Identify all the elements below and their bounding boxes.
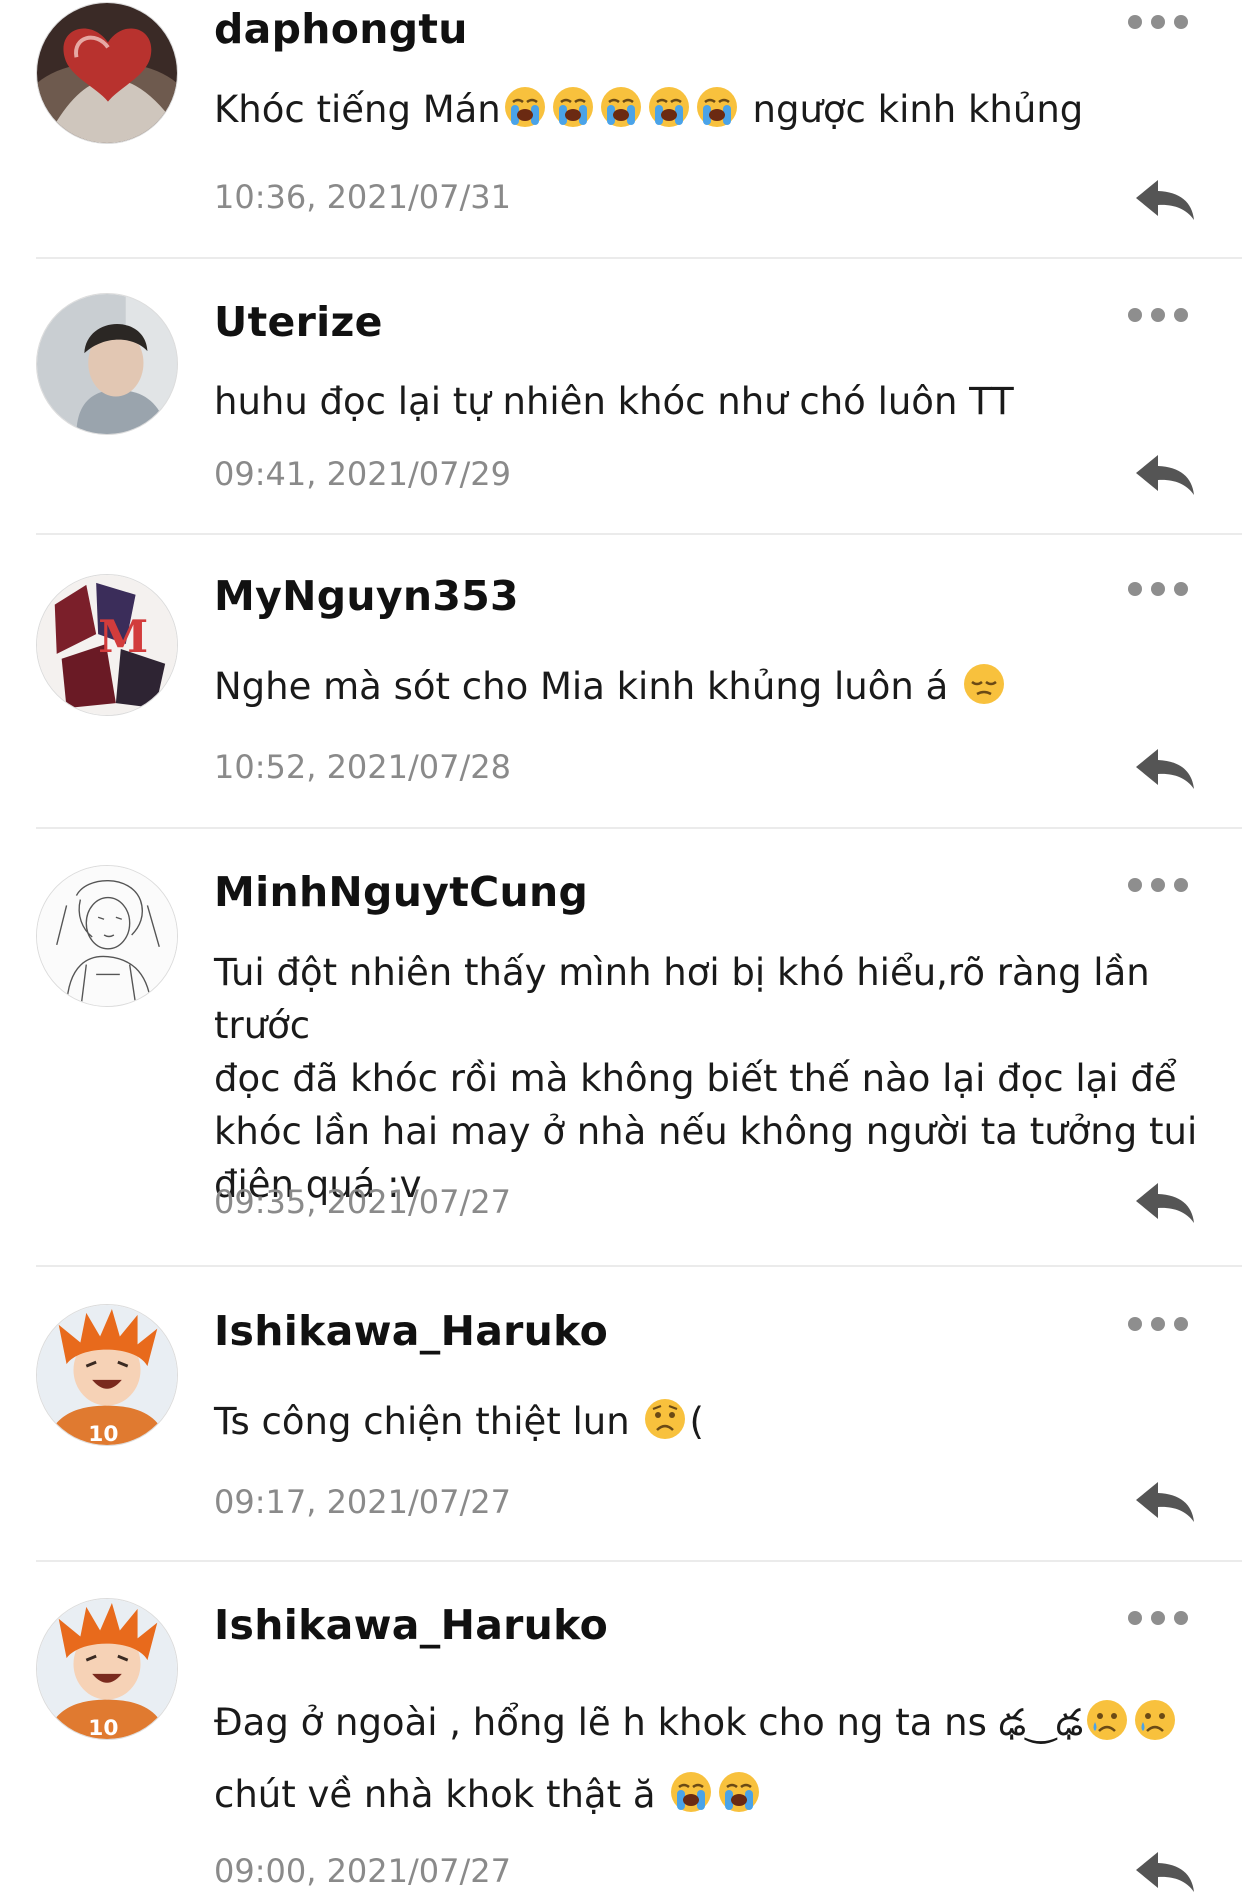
reply-arrow-icon[interactable] xyxy=(1134,453,1196,497)
username[interactable]: Uterize xyxy=(214,298,383,346)
pensive-face-emoji xyxy=(962,662,1006,706)
avatar[interactable]: 10 xyxy=(36,1598,178,1740)
svg-text:10: 10 xyxy=(88,1716,118,1739)
more-options-icon[interactable] xyxy=(1128,303,1188,327)
divider xyxy=(36,827,1242,829)
anime-group-avatar: M xyxy=(37,575,177,715)
comment-text: Khóc tiếng Mán ngược kinh khủng xyxy=(214,83,1204,136)
username[interactable]: Ishikawa_Haruko xyxy=(214,1601,608,1649)
divider xyxy=(36,533,1242,535)
reply-arrow-icon[interactable] xyxy=(1134,747,1196,791)
sketch-avatar xyxy=(37,866,177,1006)
avatar[interactable] xyxy=(36,2,178,144)
timestamp: 10:52, 2021/07/28 xyxy=(214,748,511,786)
worried-face-emoji xyxy=(643,1397,687,1441)
loudly-crying-face-emoji xyxy=(669,1770,713,1814)
loudly-crying-face-emoji xyxy=(717,1770,761,1814)
reply-arrow-icon[interactable] xyxy=(1134,1850,1196,1894)
more-options-icon[interactable] xyxy=(1128,1606,1188,1630)
orange-hair-anime-avatar: 10 xyxy=(37,1305,177,1445)
svg-text:M: M xyxy=(98,609,148,663)
comment-text: Nghe mà sót cho Mia kinh khủng luôn á xyxy=(214,660,1204,713)
divider xyxy=(36,1560,1242,1562)
svg-text:10: 10 xyxy=(88,1422,118,1445)
emoticon-text: ఢ‿ఢ xyxy=(998,1701,1084,1744)
comment-line: Tui đột nhiên thấy mình hơi bị khó hiểu,… xyxy=(214,951,1150,1047)
username[interactable]: MyNguyn353 xyxy=(214,572,519,620)
loudly-crying-face-emoji xyxy=(647,85,691,129)
reply-arrow-icon[interactable] xyxy=(1134,1480,1196,1524)
boy-photo-avatar xyxy=(37,294,177,434)
avatar[interactable]: M xyxy=(36,574,178,716)
comment-text: Ts công chiện thiệt lun ( xyxy=(214,1395,1204,1448)
reply-arrow-icon[interactable] xyxy=(1134,178,1196,222)
loudly-crying-face-emoji xyxy=(503,85,547,129)
timestamp: 09:35, 2021/07/27 xyxy=(214,1183,511,1221)
more-options-icon[interactable] xyxy=(1128,1312,1188,1336)
reply-arrow-icon[interactable] xyxy=(1134,1181,1196,1225)
more-options-icon[interactable] xyxy=(1128,10,1188,34)
divider xyxy=(36,257,1242,259)
timestamp: 09:41, 2021/07/29 xyxy=(214,455,511,493)
timestamp: 09:00, 2021/07/27 xyxy=(214,1852,511,1890)
avatar[interactable]: 10 xyxy=(36,1304,178,1446)
comment-line: chút về nhà khok thật ă xyxy=(214,1759,1204,1831)
crying-face-emoji xyxy=(1085,1698,1129,1742)
username[interactable]: MinhNguytCung xyxy=(214,868,588,916)
timestamp: 10:36, 2021/07/31 xyxy=(214,178,511,216)
avatar[interactable] xyxy=(36,293,178,435)
heart-book-avatar xyxy=(37,3,177,143)
timestamp: 09:17, 2021/07/27 xyxy=(214,1483,511,1521)
loudly-crying-face-emoji xyxy=(695,85,739,129)
comment-text: huhu đọc lại tự nhiên khóc như chó luôn … xyxy=(214,380,1014,423)
username[interactable]: daphongtu xyxy=(214,5,468,53)
comment-line: đọc đã khóc rồi mà không biết thế nào lạ… xyxy=(214,1057,1177,1100)
more-options-icon[interactable] xyxy=(1128,577,1188,601)
loudly-crying-face-emoji xyxy=(551,85,595,129)
crying-face-emoji xyxy=(1133,1698,1177,1742)
divider xyxy=(36,1265,1242,1267)
comment-line: khóc lần hai may ở nhà nếu không người t… xyxy=(214,1110,1198,1153)
loudly-crying-face-emoji xyxy=(599,85,643,129)
avatar[interactable] xyxy=(36,865,178,1007)
comment-text: Tui đột nhiên thấy mình hơi bị khó hiểu,… xyxy=(214,946,1204,1211)
comment-line: Đag ở ngoài , hổng lẽ h khok cho ng ta n… xyxy=(214,1687,1204,1759)
username[interactable]: Ishikawa_Haruko xyxy=(214,1307,608,1355)
comment-text: Đag ở ngoài , hổng lẽ h khok cho ng ta n… xyxy=(214,1687,1204,1831)
more-options-icon[interactable] xyxy=(1128,873,1188,897)
orange-hair-anime-avatar: 10 xyxy=(37,1599,177,1739)
